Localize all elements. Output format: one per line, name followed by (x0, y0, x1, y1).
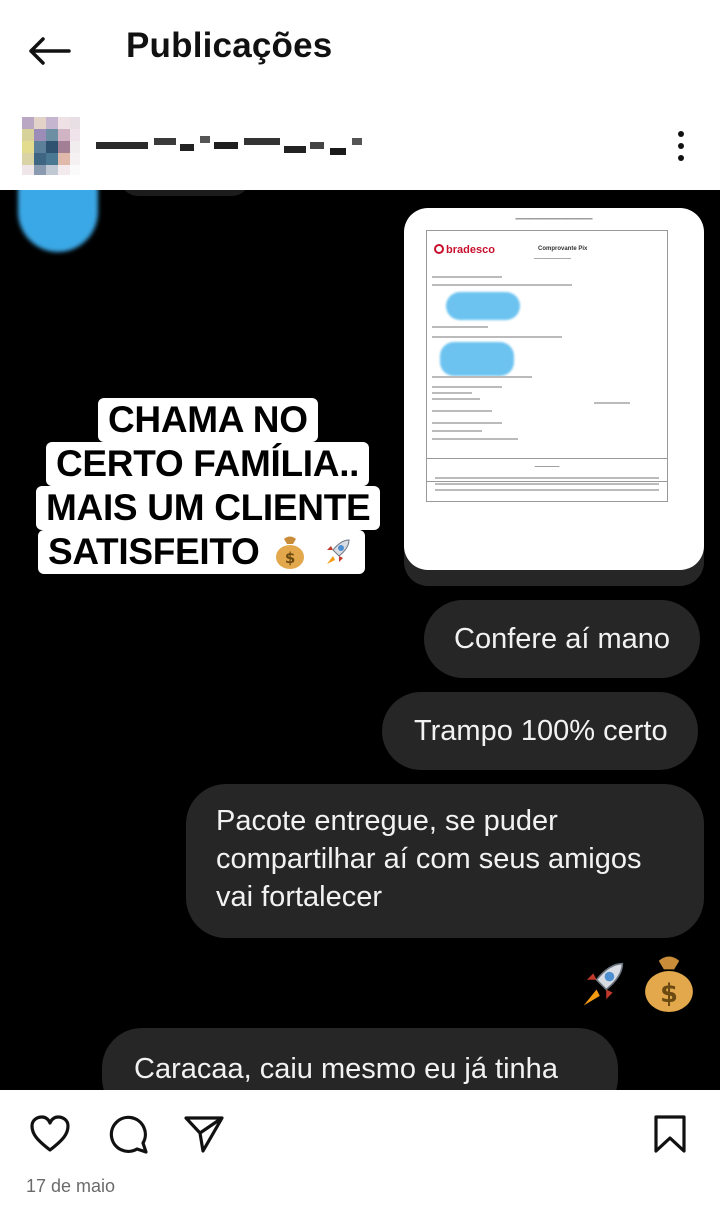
receipt-image: ▁▁▁▁▁▁▁▁▁▁▁▁▁▁▁▁▁▁▁▁ bradesco Comprovant… (404, 208, 704, 570)
avatar[interactable] (22, 117, 80, 175)
chat-message: Trampo 100% certo (382, 692, 698, 770)
like-button[interactable] (26, 1110, 74, 1158)
bank-logo: bradesco (434, 244, 495, 256)
svg-text:$: $ (285, 549, 295, 567)
chat-message: Caracaa, caiu mesmo eu já tinha (102, 1028, 618, 1090)
heart-icon (30, 1115, 70, 1152)
username-obscured[interactable] (96, 130, 376, 160)
top-app-bar: Publicações (0, 0, 720, 100)
receipt-title: Comprovante Pix (538, 246, 588, 252)
more-options-button[interactable] (664, 126, 698, 166)
receipt-auth-box: ▁▁▁▁▁▁▁▁ (426, 458, 668, 502)
caption-line: CHAMA NO (98, 398, 318, 442)
receipt-subtitle: ▁▁▁▁▁▁▁▁▁▁▁▁ (534, 254, 571, 259)
money-bag-icon: $ (645, 956, 693, 1012)
redaction-mark (18, 190, 98, 252)
chat-message-multiline: Pacote entregue, se puder compartilhar a… (186, 784, 704, 938)
post-header (0, 100, 720, 190)
receipt-header-text: ▁▁▁▁▁▁▁▁▁▁▁▁▁▁▁▁▁▁▁▁ (515, 214, 593, 220)
post-actions-bar (0, 1090, 720, 1170)
comment-icon (109, 1115, 148, 1154)
svg-text:$: $ (660, 979, 678, 1009)
rocket-icon (583, 962, 624, 1006)
arrow-left-icon (29, 37, 71, 65)
back-button[interactable] (22, 28, 76, 74)
chat-bubble-partial (120, 190, 250, 196)
emoji-reaction-message: $ (574, 952, 704, 1016)
caption-line: CERTO FAMÍLIA.. (46, 442, 370, 486)
bookmark-icon (654, 1115, 686, 1153)
redaction-mark (440, 342, 514, 376)
money-bag-icon: $ (276, 536, 305, 569)
chat-message: Confere aí mano (424, 600, 701, 678)
more-vertical-icon (678, 131, 684, 161)
post-image[interactable]: ▁▁▁▁▁▁▁▁▁▁▁▁▁▁▁▁▁▁▁▁ bradesco Comprovant… (0, 190, 720, 1090)
caption-line: MAIS UM CLIENTE (36, 486, 381, 530)
caption-line-last: SATISFEITO $ (38, 530, 366, 574)
save-button[interactable] (646, 1110, 694, 1158)
post-date: 17 de maio (26, 1176, 116, 1196)
share-icon (184, 1116, 224, 1153)
rocket-icon (327, 539, 350, 564)
page-title: Publicações (126, 26, 333, 65)
comment-button[interactable] (104, 1110, 152, 1158)
share-button[interactable] (180, 1110, 228, 1158)
redaction-mark (446, 292, 520, 320)
